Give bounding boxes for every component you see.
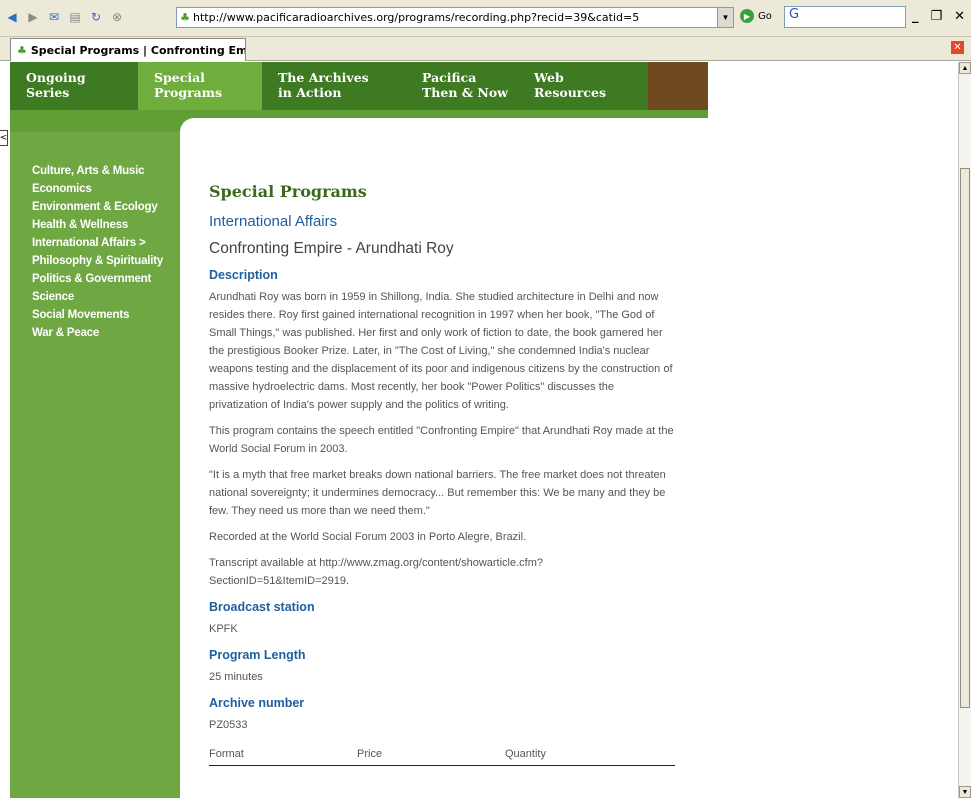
close-tab-icon[interactable]: ✕	[951, 41, 964, 54]
sidebar-item-social-movements[interactable]: Social Movements	[32, 306, 163, 324]
nav-bottom-band	[10, 110, 708, 132]
site-favicon-icon: ♣	[180, 11, 190, 24]
content-inner: Special Programs International Affairs C…	[209, 182, 675, 766]
format-table-header: Format Price Quantity	[209, 744, 675, 766]
address-bar[interactable]: ♣ http://www.pacificaradioarchives.org/p…	[176, 7, 734, 28]
sidebar-item-health[interactable]: Health & Wellness	[32, 216, 163, 234]
program-title: Confronting Empire - Arundhati Roy	[209, 240, 454, 257]
window-controls: _ ❐ ✕	[912, 9, 965, 24]
col-format: Format	[209, 748, 244, 760]
nav-pacifica-then-now[interactable]: Pacifica Then & Now	[406, 62, 518, 110]
toolbar-buttons: ◀ ▶ ✉ ▤ ↻ ⊗	[0, 3, 126, 31]
address-dropdown-icon[interactable]: ▼	[717, 8, 733, 27]
length-heading: Program Length	[209, 648, 306, 662]
quote-paragraph: "It is a myth that free market breaks do…	[209, 469, 666, 517]
main-content: Special Programs International Affairs C…	[180, 140, 708, 798]
nav-label-line1: Web	[534, 70, 564, 85]
scroll-up-icon[interactable]: ▲	[959, 62, 971, 74]
go-button[interactable]: ▶ Go	[740, 9, 772, 23]
archive-heading: Archive number	[209, 696, 305, 710]
mail-icon[interactable]: ✉	[45, 8, 63, 26]
sidebar-item-philosophy[interactable]: Philosophy & Spirituality	[32, 252, 163, 270]
nav-special-programs[interactable]: Special Programs	[138, 62, 262, 110]
nav-label-line2: Series	[26, 85, 70, 100]
sidebar-item-war-peace[interactable]: War & Peace	[32, 324, 163, 342]
nav-label-line2: Resources	[534, 85, 606, 100]
back-icon[interactable]: ◀	[3, 8, 21, 26]
sidebar-item-environment[interactable]: Environment & Ecology	[32, 198, 163, 216]
nav-label-line1: Ongoing	[26, 70, 86, 85]
minimize-icon[interactable]: _	[912, 9, 919, 24]
nav-label-line2: Then & Now	[422, 85, 508, 100]
nav-archives-in-action[interactable]: The Archives in Action	[262, 62, 406, 110]
tab-title: Special Programs | Confronting Empi...	[30, 43, 245, 57]
description-paragraph: Arundhati Roy was born in 1959 in Shillo…	[209, 291, 673, 411]
close-window-icon[interactable]: ✕	[954, 9, 965, 24]
tab-bar: ♣ Special Programs | Confronting Empi...…	[0, 37, 971, 61]
site-nav: Ongoing Series Special Programs The Arch…	[10, 62, 708, 110]
collapse-sidebar-icon[interactable]: <	[0, 130, 8, 146]
refresh-icon[interactable]: ↻	[87, 8, 105, 26]
restore-icon[interactable]: ❐	[930, 9, 942, 24]
sidebar-item-science[interactable]: Science	[32, 288, 163, 306]
page-viewport: Ongoing Series Special Programs The Arch…	[0, 62, 958, 798]
archive-value: PZ0533	[209, 719, 248, 731]
scroll-thumb[interactable]	[960, 168, 970, 708]
sidebar-item-economics[interactable]: Economics	[32, 180, 163, 198]
nav-label-line1: Special	[154, 70, 205, 85]
tab-special-programs[interactable]: ♣ Special Programs | Confronting Empi...	[10, 38, 246, 61]
sidebar-item-international-affairs[interactable]: International Affairs >	[32, 234, 163, 252]
program-paragraph: This program contains the speech entitle…	[209, 425, 674, 455]
nav-label-line2: in Action	[278, 85, 342, 100]
length-value: 25 minutes	[209, 671, 263, 683]
browser-toolbar: ◀ ▶ ✉ ▤ ↻ ⊗ ♣ http://www.pacificaradioar…	[0, 0, 971, 37]
nav-label-line2: Programs	[154, 85, 223, 100]
nav-label-line1: The Archives	[278, 70, 369, 85]
col-price: Price	[357, 748, 383, 760]
content-curve	[180, 118, 708, 132]
recorded-paragraph: Recorded at the World Social Forum 2003 …	[209, 531, 527, 543]
section-heading: Special Programs	[209, 182, 367, 201]
category-list: Culture, Arts & Music Economics Environm…	[32, 162, 163, 342]
sidebar-item-culture[interactable]: Culture, Arts & Music	[32, 162, 163, 180]
sidebar-item-politics[interactable]: Politics & Government	[32, 270, 163, 288]
vertical-scrollbar[interactable]: ▲ ▼	[958, 62, 971, 798]
broadcast-heading: Broadcast station	[209, 600, 315, 614]
transcript-paragraph: Transcript available at http://www.zmag.…	[209, 557, 544, 587]
category-sidebar: Culture, Arts & Music Economics Environm…	[10, 132, 180, 798]
col-quantity: Quantity	[505, 748, 546, 760]
go-label: Go	[758, 10, 772, 22]
nav-web-resources[interactable]: Web Resources	[518, 62, 648, 110]
tab-favicon-icon: ♣	[17, 43, 27, 57]
forward-icon[interactable]: ▶	[24, 8, 42, 26]
broadcast-value: KPFK	[209, 623, 238, 635]
nav-ongoing-series[interactable]: Ongoing Series	[10, 62, 138, 110]
scroll-down-icon[interactable]: ▼	[959, 786, 971, 798]
category-heading: International Affairs	[209, 213, 338, 230]
nav-label-line1: Pacifica	[422, 70, 477, 85]
print-icon[interactable]: ▤	[66, 8, 84, 26]
go-arrow-icon: ▶	[740, 9, 754, 23]
address-url[interactable]: http://www.pacificaradioarchives.org/pro…	[193, 11, 639, 24]
google-search-input[interactable]: G	[784, 6, 906, 28]
description-heading: Description	[209, 268, 278, 282]
google-search-logo: G	[789, 7, 800, 22]
stop-icon[interactable]: ⊗	[108, 8, 126, 26]
